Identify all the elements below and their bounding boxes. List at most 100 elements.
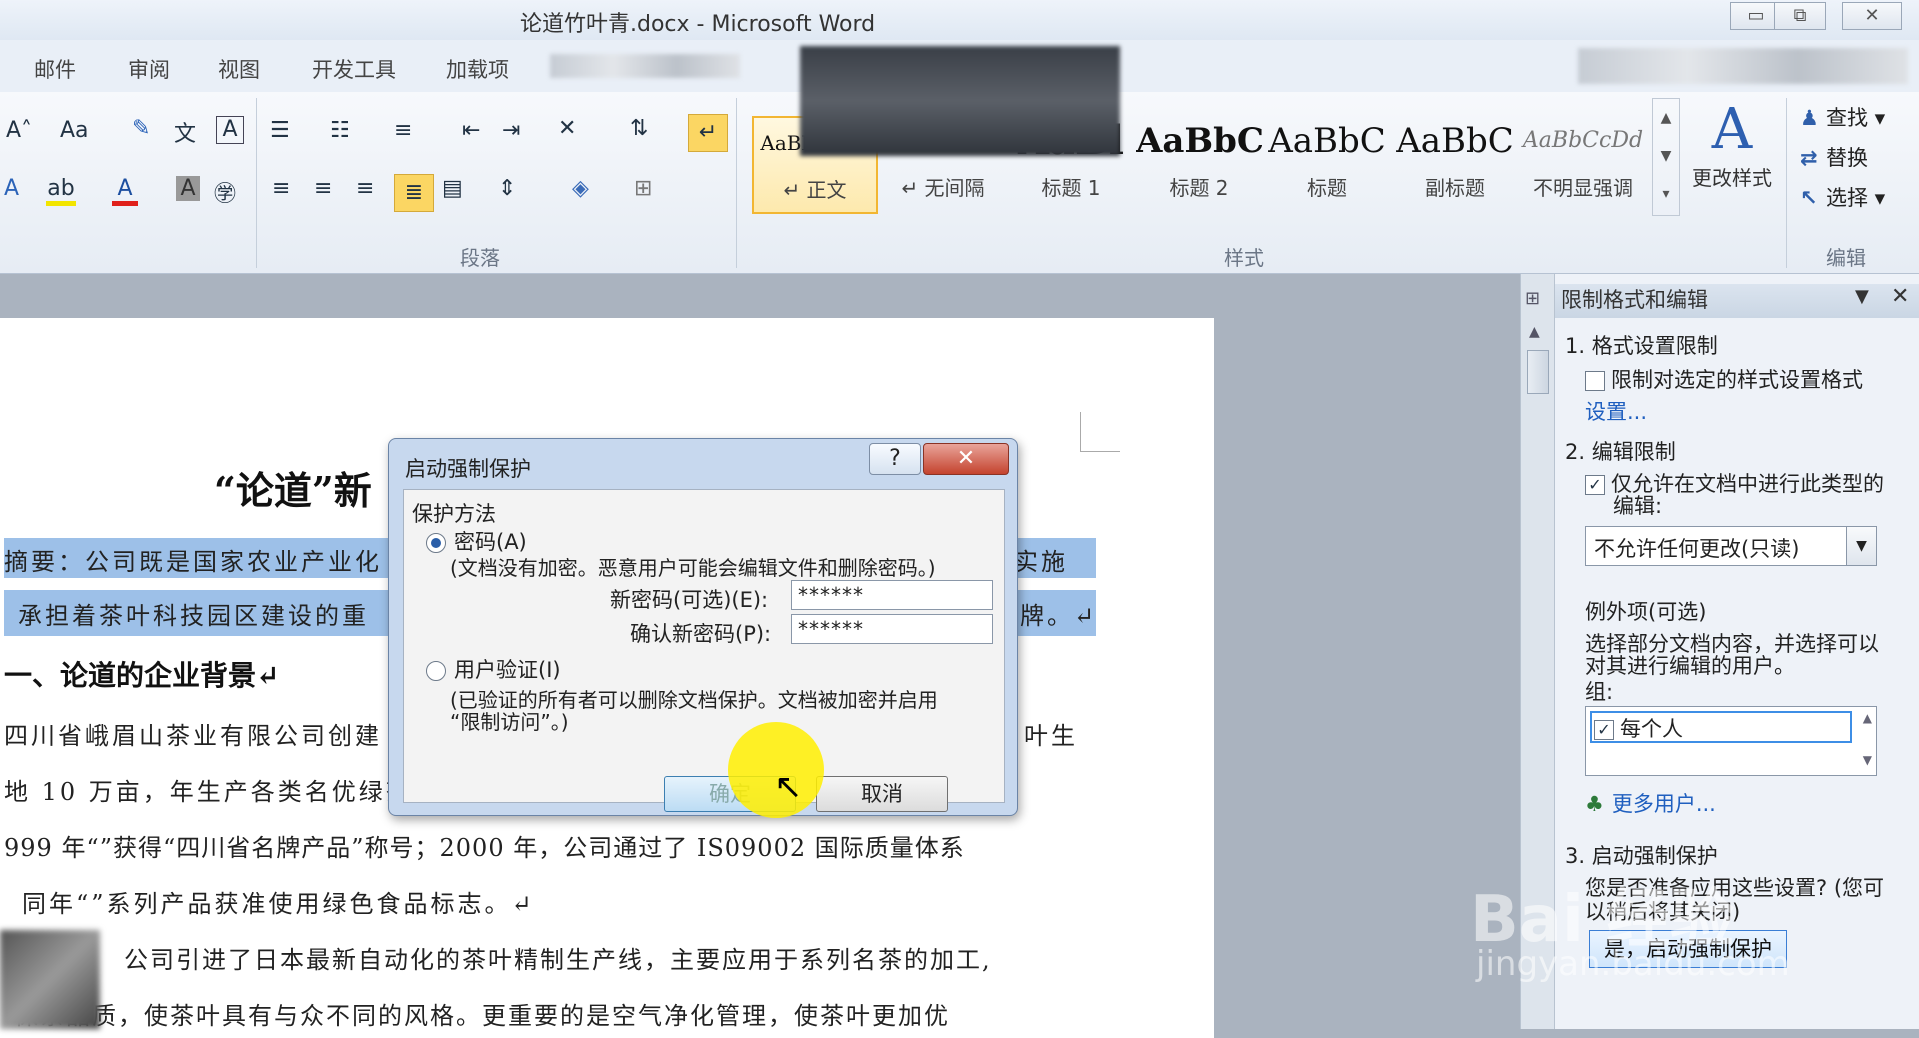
character-border-icon[interactable]: A [216,116,244,144]
groups-list[interactable]: ✓ 每个人 ▲ ▼ [1585,706,1877,776]
checkbox-unchecked-icon[interactable] [1585,371,1605,391]
shading-icon[interactable]: ◈ [572,176,589,201]
doc-line-fragment: 叶生 [1024,722,1078,750]
close-window-button[interactable]: ✕ [1842,2,1902,30]
exceptions-description: 对其进行编辑的用户。 [1585,654,1795,678]
limit-formatting-checkbox[interactable]: 限制对选定的样式设置格式 [1585,364,1863,394]
borders-icon[interactable]: ⊞ [634,176,652,201]
ruler-toggle-icon[interactable]: ⊞ [1525,288,1540,309]
group-separator [736,98,737,268]
dialog-close-button[interactable]: ✕ [923,443,1009,475]
pane-close-icon[interactable]: ✕ [1891,284,1909,309]
group-label-editing: 编辑 [1826,246,1866,270]
group-label-styles: 样式 [1224,246,1264,270]
doc-line-text: 摘要：公司既是国家农业产业化 [4,548,382,576]
dialog-title: 启动强制保护 [405,457,531,481]
chevron-down-icon[interactable]: ▼ [1846,527,1876,565]
checkbox-checked-icon[interactable]: ✓ [1585,475,1605,495]
style-name: ↵ 无间隔 [901,176,985,200]
gallery-scroll-icon[interactable]: ▲ ▼ ▾ [1652,98,1680,216]
tab-mailings[interactable]: 邮件 [34,54,76,84]
tab-addins[interactable]: 加载项 [446,54,509,84]
distributed-icon[interactable]: ▤ [442,176,463,201]
style-name: 副标题 [1425,176,1485,200]
character-shading-icon[interactable]: A [176,176,200,201]
select-button[interactable]: ↖ 选择 ▾ [1800,182,1885,212]
change-styles-button[interactable]: A 更改样式 [1684,98,1780,191]
exceptions-label: 例外项(可选) [1585,600,1707,624]
numbering-icon[interactable]: ☷ [330,118,350,143]
increase-indent-icon[interactable]: ⇥ [502,118,520,143]
line-spacing-icon[interactable]: ⇕ [498,176,516,201]
checkbox-checked-icon[interactable]: ✓ [1594,720,1614,740]
settings-link[interactable]: 设置... [1585,396,1647,426]
multilevel-list-icon[interactable]: ≡ [394,118,412,143]
list-scroll-up-icon[interactable]: ▲ [1863,711,1872,725]
decrease-indent-icon[interactable]: ⇤ [462,118,480,143]
radio-label: 密码(A) [454,530,527,554]
cancel-button[interactable]: 取消 [816,776,948,812]
align-right-icon[interactable]: ≡ [356,176,374,201]
highlight-color-icon[interactable]: ab [46,176,76,206]
align-left-icon[interactable]: ≡ [272,176,290,201]
style-title[interactable]: AaBbC 标题 [1264,116,1390,214]
style-sample: AaBbCcDd [1522,128,1644,153]
replace-icon: ⇄ [1800,146,1818,170]
group-item-everyone[interactable]: ✓ 每个人 [1590,711,1852,743]
font-color-icon[interactable]: A [112,176,138,206]
margin-corner-mark [1080,412,1120,452]
title-bar: 论道竹叶青.docx - Microsoft Word ▭ ⧉ ✕ [0,0,1919,40]
protection-method-label: 保护方法 [412,502,496,526]
user-auth-radio[interactable]: 用户验证(I) [426,654,561,684]
pane-header: 限制格式和编辑 ▼ ✕ [1555,284,1919,318]
tab-developer[interactable]: 开发工具 [312,54,396,84]
blurred-region [1578,48,1908,84]
style-subtitle[interactable]: AaBbC 副标题 [1392,116,1518,214]
font-size-up-icon[interactable]: A˄ [6,118,32,143]
text-effect-icon[interactable]: A [4,176,19,201]
justify-icon[interactable]: ≣ [394,174,434,212]
style-name: 标题 1 [1041,176,1101,200]
more-users-label: 更多用户... [1611,792,1716,816]
find-icon: ♟ [1800,106,1819,130]
users-icon: ♣ [1585,792,1604,816]
style-heading-2[interactable]: AaBbC 标题 2 [1136,116,1262,214]
list-scroll-down-icon[interactable]: ▼ [1863,753,1872,767]
window-title: 论道竹叶青.docx - Microsoft Word [520,12,876,37]
more-users-link[interactable]: ♣ 更多用户... [1585,788,1716,818]
text-direction-icon[interactable]: ✕ [558,116,576,141]
new-password-label: 新密码(可选)(E): [610,588,769,612]
user-auth-note: “限制访问”。) [450,710,569,734]
align-center-icon[interactable]: ≡ [314,176,332,201]
radio-unselected-icon[interactable] [426,661,446,681]
pane-menu-icon[interactable]: ▼ [1855,286,1869,307]
confirm-password-label: 确认新密码(P): [630,622,772,646]
edit-type-dropdown[interactable]: 不允许任何更改(只读) ▼ [1585,526,1877,566]
help-button[interactable]: ? [869,443,921,475]
restore-button[interactable]: ⧉ [1774,2,1826,30]
scrollbar-thumb[interactable] [1527,350,1549,394]
style-name: 标题 2 [1169,176,1229,200]
scroll-up-icon[interactable]: ▲ [1529,324,1540,340]
find-button[interactable]: ♟ 查找 ▾ [1800,102,1885,132]
find-label: 查找 [1826,106,1868,130]
tab-view[interactable]: 视图 [218,54,260,84]
new-password-field[interactable]: ****** [791,580,993,610]
doc-line: 地 10 万亩，年生产各类名优绿茶 [4,778,413,806]
show-formatting-marks-icon[interactable]: ↵ [688,114,728,152]
tab-review[interactable]: 审阅 [128,54,170,84]
sort-icon[interactable]: ⇅ [630,116,648,141]
clear-format-icon[interactable]: ✎ [132,116,150,141]
confirm-password-field[interactable]: ****** [791,614,993,644]
dialog-body: 保护方法 密码(A) (文档没有加密。恶意用户可能会编辑文件和删除密码。) 新密… [403,489,1005,812]
password-note: (文档没有加密。恶意用户可能会编辑文件和删除密码。) [450,556,936,580]
radio-selected-icon[interactable] [426,533,446,553]
change-styles-label: 更改样式 [1692,166,1772,190]
style-subtle-emphasis[interactable]: AaBbCcDd 不明显强调 [1520,116,1646,214]
enclose-characters-icon[interactable]: ㊫ [214,176,236,208]
replace-button[interactable]: ⇄ 替换 [1800,142,1868,172]
bullets-icon[interactable]: ☰ [270,118,290,143]
doc-line-fragment: 牌。↵ [1020,602,1098,630]
phonetic-guide-icon[interactable]: 文 [174,116,196,148]
change-case-button[interactable]: Aa [60,118,89,143]
